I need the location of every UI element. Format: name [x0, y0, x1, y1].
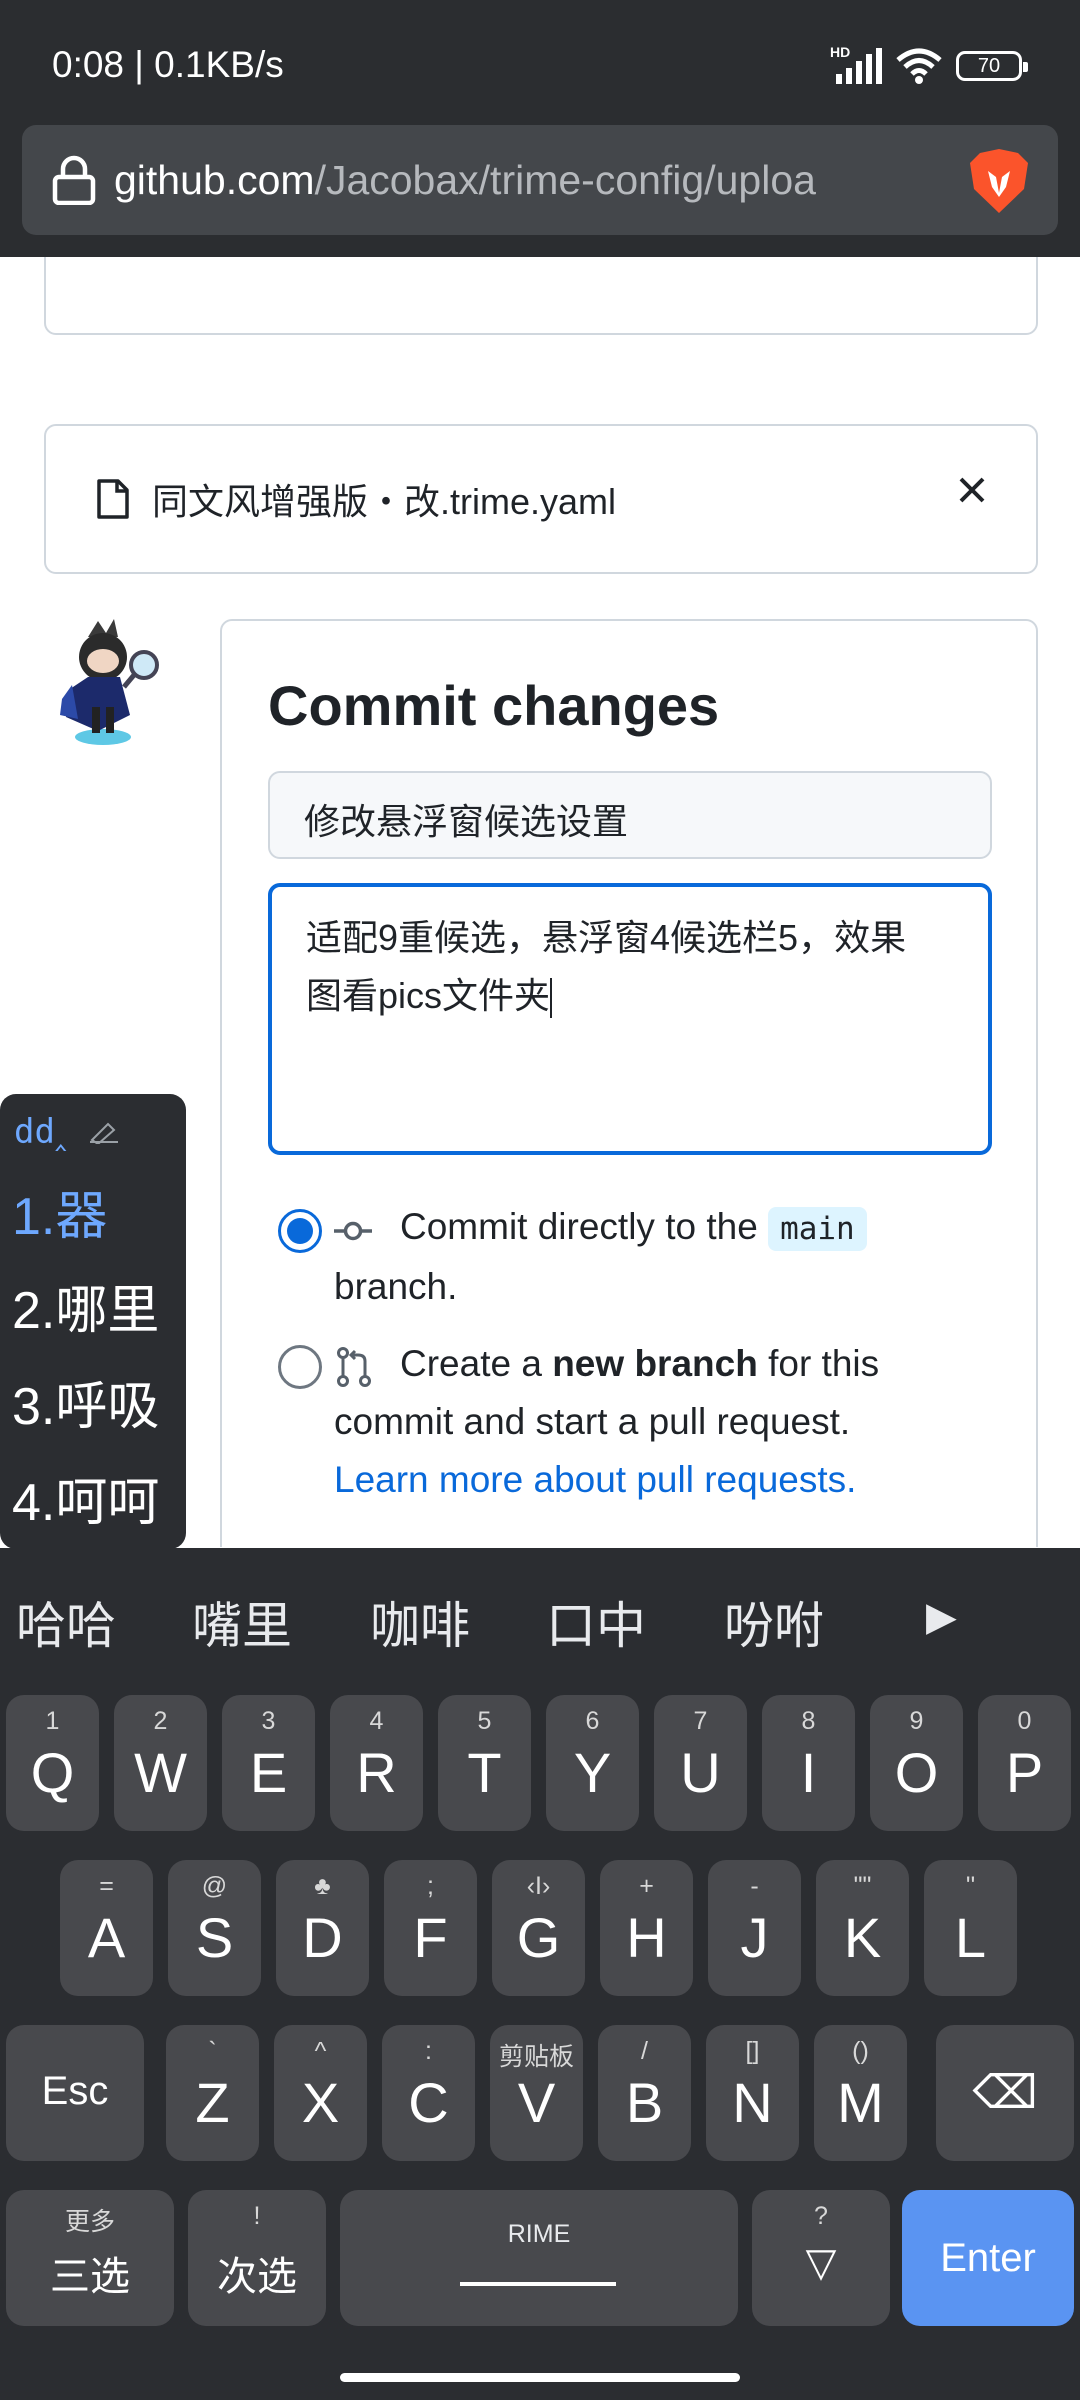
key-t[interactable]: 5T [438, 1695, 531, 1831]
key-h[interactable]: + H [600, 1860, 693, 1996]
enter-key[interactable]: Enter [902, 2190, 1074, 2326]
ime-candidate-3[interactable]: 3.呼吸 [12, 1364, 159, 1439]
ime-candidate-1[interactable]: 1.器 [12, 1174, 107, 1249]
learn-more-link[interactable]: Learn more about pull requests. [334, 1459, 856, 1500]
key-e[interactable]: 3E [222, 1695, 315, 1831]
ime-candidate-4[interactable]: 4.呵呵 [12, 1460, 159, 1535]
esc-key[interactable]: Esc [6, 2025, 144, 2161]
home-indicator [340, 2373, 740, 2382]
commit-description-input[interactable]: 适配9重候选，悬浮窗4候选栏5，效果 图看pics文件夹 [268, 883, 992, 1155]
key-i[interactable]: 8I [762, 1695, 855, 1831]
status-bar: 0:08 | 0.1KB/s HD 70 [0, 0, 1080, 125]
key-l[interactable]: '' L [924, 1860, 1017, 1996]
key-w[interactable]: 2W [114, 1695, 207, 1831]
commit-direct-label[interactable]: Commit directly to the main branch. [334, 1198, 974, 1316]
ime-preedit: dd‸ [14, 1112, 67, 1152]
new-branch-label[interactable]: Create a new branch for this commit and … [334, 1335, 994, 1509]
backspace-key[interactable]: ⌫ [936, 2025, 1074, 2161]
suggestion-item[interactable]: 哈哈 [16, 1586, 116, 1658]
key-z[interactable]: ` Z [166, 2025, 259, 2161]
key-b[interactable]: / B [598, 2025, 691, 2161]
description-line-1: 适配9重候选，悬浮窗4候选栏5，效果 [306, 917, 907, 958]
brave-lion-icon[interactable] [968, 147, 1030, 215]
key-n[interactable]: [] N [706, 2025, 799, 2161]
key-s[interactable]: @ S [168, 1860, 261, 1996]
key-g[interactable]: ‹I› G [492, 1860, 585, 1996]
commit-panel: Commit changes 修改悬浮窗候选设置 适配9重候选，悬浮窗4候选栏5… [220, 619, 1038, 1547]
key-a[interactable]: = A [60, 1860, 153, 1996]
suggestion-item[interactable]: 吩咐 [724, 1586, 824, 1658]
suggestion-item[interactable]: 口中 [546, 1586, 646, 1658]
battery-icon: 70 [956, 51, 1028, 81]
edit-icon [90, 1122, 118, 1144]
commit-summary-input[interactable]: 修改悬浮窗候选设置 [268, 771, 992, 859]
third-candidate-key[interactable]: 更多 三选 [6, 2190, 174, 2326]
lock-icon [52, 155, 96, 205]
second-candidate-key[interactable]: ! 次选 [188, 2190, 326, 2326]
status-time: 0:08 | 0.1KB/s [52, 44, 284, 85]
remove-file-icon[interactable] [958, 476, 986, 504]
file-icon [97, 479, 129, 519]
key-f[interactable]: ; F [384, 1860, 477, 1996]
text-caret [550, 978, 553, 1019]
upload-dropzone[interactable] [44, 257, 1038, 335]
key-q[interactable]: 1Q [6, 1695, 99, 1831]
ime-candidate-2[interactable]: 2.哪里 [12, 1268, 159, 1343]
space-key[interactable]: RIME [340, 2190, 738, 2326]
branch-name-badge: main [768, 1207, 867, 1251]
key-x[interactable]: ^ X [274, 2025, 367, 2161]
ime-suggestion-bar: 哈哈 嘴里 咖啡 口中 吩咐 ▶ [0, 1548, 1080, 1678]
suggestion-item[interactable]: 嘴里 [192, 1586, 292, 1658]
key-m[interactable]: () M [814, 2025, 907, 2161]
suggestion-item[interactable]: 咖啡 [370, 1586, 470, 1658]
key-c[interactable]: :C [382, 2025, 475, 2161]
expand-suggestions-icon[interactable]: ▶ [926, 1594, 957, 1640]
signal-icon: HD [830, 44, 882, 84]
key-d[interactable]: ♣ D [276, 1860, 369, 1996]
key-r[interactable]: 4R [330, 1695, 423, 1831]
key-u[interactable]: 7U [654, 1695, 747, 1831]
symbol-key[interactable]: ? ▽ [752, 2190, 890, 2326]
status-icons: HD 70 [830, 44, 1028, 84]
space-underline [460, 2282, 616, 2286]
key-y[interactable]: 6Y [546, 1695, 639, 1831]
key-j[interactable]: -J [708, 1860, 801, 1996]
key-k[interactable]: "" K [816, 1860, 909, 1996]
url-text[interactable]: github.com/Jacobax/trime-config/uploa [114, 157, 984, 204]
ime-floating-candidates: dd‸ 1.器 2.哪里 3.呼吸 4.呵呵 [0, 1094, 186, 1549]
file-name: 同文风增强版・改.trime.yaml [152, 481, 617, 522]
keyboard: 1Q2W3E4R5T6Y7U8I9O0P = A @ S ♣ D; F ‹I› G + H - J "" K… [0, 1678, 1080, 2400]
key-v[interactable]: 剪贴板 V [490, 2025, 583, 2161]
radio-new-branch[interactable] [278, 1345, 322, 1389]
radio-commit-direct[interactable] [278, 1209, 322, 1253]
description-line-2: 图看pics文件夹 [306, 975, 551, 1016]
commit-title: Commit changes [268, 674, 720, 737]
url-bar[interactable]: github.com/Jacobax/trime-config/uploa [22, 125, 1058, 235]
key-o[interactable]: 9O [870, 1695, 963, 1831]
key-p[interactable]: 0P [978, 1695, 1071, 1831]
browser-toolbar: github.com/Jacobax/trime-config/uploa [0, 125, 1080, 257]
wifi-icon [896, 48, 942, 84]
avatar [60, 619, 159, 745]
uploaded-file-row: 同文风增强版・改.trime.yaml [44, 424, 1038, 574]
